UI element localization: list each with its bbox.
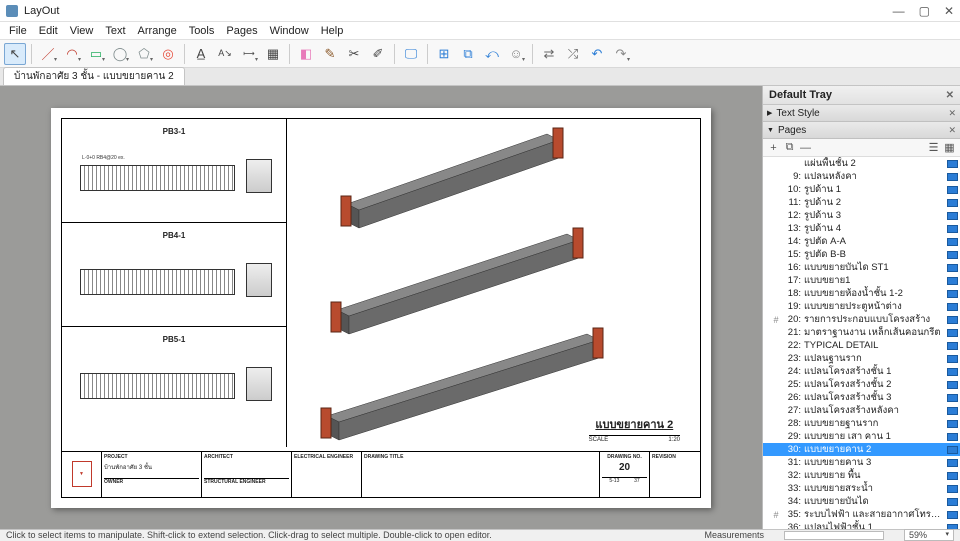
line-tool[interactable]: ／: [37, 43, 59, 65]
join-tool[interactable]: ✐: [367, 43, 389, 65]
page-row[interactable]: 21:มาตราฐานงาน เหล็กเส้นคอนกรีต: [763, 326, 960, 339]
canvas[interactable]: PB3-1 L·0+0 RB4@20 ex. PB4-1 PB5-1: [0, 86, 762, 529]
rectangle-tool[interactable]: ▭: [85, 43, 107, 65]
text-style-panel-header[interactable]: ▶Text Style✕: [763, 105, 960, 122]
presentation-icon[interactable]: [947, 368, 958, 376]
menu-view[interactable]: View: [65, 24, 99, 38]
menu-window[interactable]: Window: [265, 24, 314, 38]
menu-edit[interactable]: Edit: [34, 24, 63, 38]
presentation-icon[interactable]: [947, 303, 958, 311]
presentation-icon[interactable]: [947, 238, 958, 246]
table-tool[interactable]: ▦: [262, 43, 284, 65]
window-title: LayOut: [24, 5, 893, 17]
presentation-icon[interactable]: [947, 433, 958, 441]
list-view-icon[interactable]: ☰: [927, 141, 940, 154]
account-button[interactable]: ☺: [505, 43, 527, 65]
presentation-icon[interactable]: [947, 342, 958, 350]
presentation-icon[interactable]: [947, 511, 958, 519]
zoom-input[interactable]: 59% ▾: [904, 529, 954, 541]
offset-tool[interactable]: ◎: [157, 43, 179, 65]
pages-panel-header[interactable]: ▼Pages✕: [763, 122, 960, 139]
tray-close-icon[interactable]: ✕: [946, 90, 954, 101]
presentation-icon[interactable]: [947, 186, 958, 194]
menu-bar: FileEditViewTextArrangeToolsPagesWindowH…: [0, 22, 960, 40]
polygon-tool[interactable]: ⬠: [133, 43, 155, 65]
presentation-icon[interactable]: [947, 394, 958, 402]
app-icon: [6, 5, 18, 17]
presentation-icon[interactable]: [947, 316, 958, 324]
add-page-icon[interactable]: +: [767, 142, 780, 154]
menu-pages[interactable]: Pages: [221, 24, 262, 38]
presentation-icon[interactable]: [947, 212, 958, 220]
status-hint: Click to select items to manipulate. Shi…: [6, 530, 684, 540]
drawing-page[interactable]: PB3-1 L·0+0 RB4@20 ex. PB4-1 PB5-1: [51, 108, 711, 508]
menu-arrange[interactable]: Arrange: [133, 24, 182, 38]
tray-header[interactable]: Default Tray✕: [763, 86, 960, 105]
presentation-icon[interactable]: [947, 355, 958, 363]
add-page-button[interactable]: ⊞: [433, 43, 455, 65]
presentation-icon[interactable]: [947, 199, 958, 207]
measurements-input[interactable]: [784, 531, 884, 540]
presentation-icon[interactable]: [947, 160, 958, 168]
close-button[interactable]: ✕: [944, 4, 954, 18]
select-tool[interactable]: ↖: [4, 43, 26, 65]
beam-label-2: PB4-1: [62, 231, 286, 240]
prev-page-button[interactable]: ⤺: [481, 43, 503, 65]
menu-help[interactable]: Help: [316, 24, 349, 38]
drawing-title: แบบขยายคาน 2: [589, 415, 680, 433]
dimension-tool[interactable]: ⟼: [238, 43, 260, 65]
pages-toolbar: + ⧉ — ☰ ▦: [763, 139, 960, 157]
toolbar: ↖ ／ ◠ ▭ ◯ ⬠ ◎ A̲ A↘ ⟼ ▦ ◧ ✎ ✂ ✐ 🖵 ⊞ ⧉ ⤺ …: [0, 40, 960, 68]
page-row[interactable]: 36:แปลนไฟฟ้าชั้น 1: [763, 521, 960, 529]
maximize-button[interactable]: ▢: [919, 4, 930, 18]
undo-button[interactable]: ↶: [586, 43, 608, 65]
beam-label-1: PB3-1: [62, 127, 286, 136]
menu-file[interactable]: File: [4, 24, 32, 38]
document-tabs: บ้านพักอาศัย 3 ชั้น - แบบขยายคาน 2: [0, 68, 960, 86]
presentation-icon[interactable]: [947, 277, 958, 285]
menu-text[interactable]: Text: [100, 24, 130, 38]
label-tool[interactable]: A↘: [214, 43, 236, 65]
redo-button[interactable]: ↷: [610, 43, 632, 65]
titleblock: ▼ PROJECT บ้านพักอาศัย 3 ชั้น OWNER ARCH…: [62, 451, 700, 497]
circle-tool[interactable]: ◯: [109, 43, 131, 65]
presentation-icon[interactable]: [947, 472, 958, 480]
duplicate-page-button[interactable]: ⧉: [457, 43, 479, 65]
presentation-icon[interactable]: [947, 329, 958, 337]
default-tray: Default Tray✕ ▶Text Style✕ ▼Pages✕ + ⧉ —…: [762, 86, 960, 529]
status-bar: Click to select items to manipulate. Shi…: [0, 529, 960, 540]
pages-list[interactable]: แผ่นพื้นชั้น 29:แปลนหลังคา10:รูปด้าน 111…: [763, 157, 960, 529]
presentation-icon[interactable]: [947, 251, 958, 259]
eraser-tool[interactable]: ◧: [295, 43, 317, 65]
isometric-view: [297, 124, 697, 444]
menu-tools[interactable]: Tools: [184, 24, 220, 38]
style-tool[interactable]: ✎: [319, 43, 341, 65]
arc-tool[interactable]: ◠: [61, 43, 83, 65]
presentation-icon[interactable]: [947, 381, 958, 389]
grid-view-icon[interactable]: ▦: [943, 141, 956, 154]
presentation-icon[interactable]: [947, 290, 958, 298]
flip-v-button[interactable]: ⤮: [562, 43, 584, 65]
duplicate-page-icon[interactable]: ⧉: [783, 141, 796, 154]
presentation-icon[interactable]: [947, 498, 958, 506]
text-tool[interactable]: A̲: [190, 43, 212, 65]
presentation-icon[interactable]: [947, 173, 958, 181]
present-button[interactable]: 🖵: [400, 43, 422, 65]
presentation-icon[interactable]: [947, 446, 958, 454]
document-tab[interactable]: บ้านพักอาศัย 3 ชั้น - แบบขยายคาน 2: [3, 67, 185, 85]
presentation-icon[interactable]: [947, 485, 958, 493]
presentation-icon[interactable]: [947, 407, 958, 415]
presentation-icon[interactable]: [947, 225, 958, 233]
flip-h-button[interactable]: ⇄: [538, 43, 560, 65]
presentation-icon[interactable]: [947, 420, 958, 428]
split-tool[interactable]: ✂: [343, 43, 365, 65]
window-titlebar: LayOut — ▢ ✕: [0, 0, 960, 22]
presentation-icon[interactable]: [947, 264, 958, 272]
remove-page-icon[interactable]: —: [799, 142, 812, 154]
minimize-button[interactable]: —: [893, 4, 905, 18]
presentation-icon[interactable]: [947, 459, 958, 467]
measurements-label: Measurements: [704, 530, 764, 540]
beam-label-3: PB5-1: [62, 335, 286, 344]
